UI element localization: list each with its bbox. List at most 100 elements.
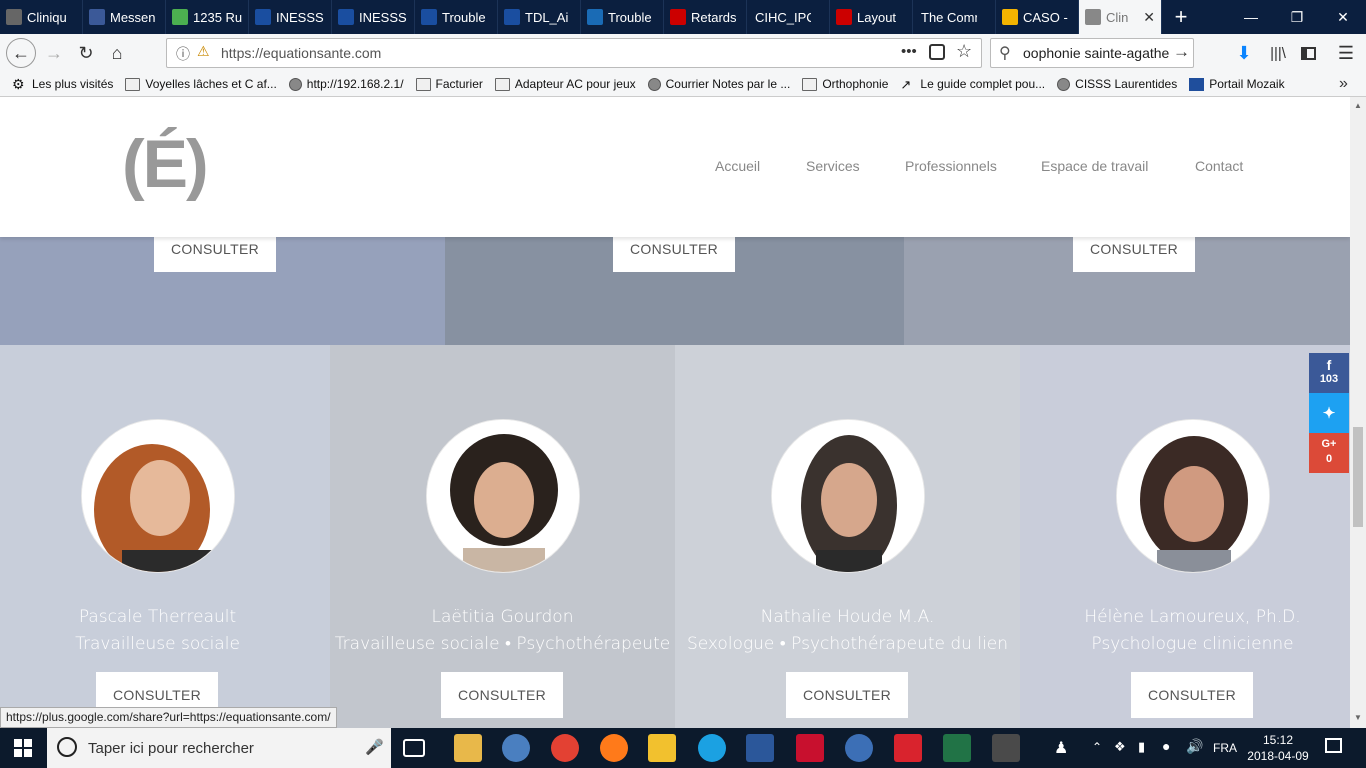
nav-link-accueil[interactable]: Accueil <box>715 158 760 174</box>
info-icon[interactable]: ⓘ <box>176 44 190 64</box>
people-icon[interactable]: ♟ <box>1054 738 1068 758</box>
scroll-down-icon[interactable]: ▼ <box>1354 713 1362 722</box>
browser-tab[interactable]: Trouble <box>415 0 498 34</box>
clock[interactable]: 15:12 2018-04-09 <box>1246 732 1310 764</box>
thunderbird-icon[interactable] <box>502 734 530 762</box>
browser-tab[interactable]: TDL_Ai <box>498 0 581 34</box>
language-indicator[interactable]: FRA <box>1213 741 1237 755</box>
nav-link-contact[interactable]: Contact <box>1195 158 1243 174</box>
url-bar[interactable]: ⓘ ⚠ https://equationsante.com ••• ☆ <box>166 38 982 68</box>
firefox-icon[interactable] <box>600 734 628 762</box>
windows-start-button[interactable] <box>14 739 32 757</box>
browser-tab[interactable]: Messen <box>83 0 166 34</box>
bookmark-item[interactable]: Facturier <box>415 77 483 91</box>
tab-title: The Comm <box>921 9 977 25</box>
new-tab-button[interactable]: + <box>1162 0 1200 34</box>
reload-button[interactable]: ↻ <box>72 39 100 67</box>
close-window-button[interactable]: ✕ <box>1320 0 1366 34</box>
vlc-icon[interactable] <box>648 734 676 762</box>
tab-title: Messen <box>110 9 156 25</box>
scroll-up-icon[interactable]: ▲ <box>1354 101 1362 110</box>
back-button[interactable]: ← <box>6 38 36 68</box>
microphone-icon[interactable]: 🎤 <box>365 738 384 756</box>
task-view-icon[interactable] <box>403 739 425 757</box>
tab-title: Trouble <box>608 9 652 25</box>
consult-button[interactable]: CONSULTER <box>1131 672 1253 718</box>
library-button[interactable]: |||\ <box>1264 39 1292 67</box>
file-explorer-icon[interactable] <box>454 734 482 762</box>
bookmark-item[interactable]: Adapteur AC pour jeux <box>494 77 636 91</box>
bookmark-item[interactable]: CISSS Laurentides <box>1057 77 1177 91</box>
clock-date: 2018-04-09 <box>1247 749 1309 763</box>
dropbox-icon[interactable]: ❖ <box>1114 739 1126 755</box>
minimize-button[interactable]: — <box>1228 0 1274 34</box>
consult-button[interactable]: CONSULTER <box>786 672 908 718</box>
bookmark-item[interactable]: ↗ Le guide complet pou... <box>900 77 1045 91</box>
menu-button[interactable]: ☰ <box>1332 39 1360 67</box>
bookmark-item[interactable]: Portail Mozaik <box>1189 77 1285 91</box>
action-center-icon[interactable] <box>1325 738 1342 753</box>
show-hidden-icons-icon[interactable]: ⌃ <box>1092 740 1102 754</box>
pocket-icon[interactable] <box>929 44 945 60</box>
google-plus-share-button[interactable]: G+ 0 <box>1309 433 1349 473</box>
service-panel: CONSULTER <box>904 226 1350 345</box>
browser-tab[interactable]: The Comm <box>913 0 996 34</box>
team-member-card: Laëtitia Gourdon Travailleuse sociale • … <box>330 345 675 728</box>
url-text[interactable]: https://equationsante.com <box>221 45 381 61</box>
bookmark-star-icon[interactable]: ☆ <box>956 41 972 62</box>
app-icon[interactable] <box>894 734 922 762</box>
browser-tab[interactable]: Trouble <box>581 0 664 34</box>
edge-icon[interactable] <box>698 734 726 762</box>
home-button[interactable]: ⌂ <box>103 39 131 67</box>
bookmark-item[interactable]: ⚙ Les plus visités <box>12 77 113 92</box>
word-icon[interactable] <box>746 734 774 762</box>
acrobat-icon[interactable] <box>796 734 824 762</box>
chrome-icon[interactable] <box>551 734 579 762</box>
browser-tab[interactable]: Cliniqu <box>0 0 83 34</box>
bookmark-item[interactable]: Orthophonie <box>802 77 888 91</box>
tab-title: Clin <box>1106 9 1129 25</box>
page-scrollbar[interactable]: ▲ ▼ <box>1350 97 1366 728</box>
page-actions-icon[interactable]: ••• <box>901 43 917 60</box>
downloads-button[interactable]: ⬇ <box>1230 39 1258 67</box>
bookmarks-overflow-icon[interactable]: » <box>1339 75 1348 93</box>
twitter-share-button[interactable]: ✦ <box>1309 393 1349 433</box>
consult-button[interactable]: CONSULTER <box>441 672 563 718</box>
taskbar-search-placeholder[interactable]: Taper ici pour rechercher <box>88 740 254 757</box>
browser-tab[interactable]: 1235 Ru <box>166 0 249 34</box>
site-logo[interactable]: (É) <box>122 125 209 203</box>
network-icon[interactable]: ● <box>1162 738 1170 754</box>
browser-tab[interactable]: Retards <box>664 0 747 34</box>
taskbar-search[interactable]: Taper ici pour rechercher 🎤 <box>47 728 391 768</box>
nav-link-services[interactable]: Services <box>806 158 860 174</box>
search-bar[interactable]: ⚲ оophonie sainte-agathe → <box>990 38 1194 68</box>
app-icon[interactable] <box>845 734 873 762</box>
browser-tab[interactable]: INESSS <box>332 0 415 34</box>
browser-tab[interactable]: INESSS <box>249 0 332 34</box>
sidebar-button[interactable] <box>1294 39 1322 67</box>
twitter-icon: ✦ <box>1322 405 1336 422</box>
close-tab-icon[interactable]: ✕ <box>1143 9 1155 26</box>
restore-button[interactable]: ❐ <box>1274 0 1320 34</box>
volume-icon[interactable]: 🔊 <box>1186 738 1203 755</box>
excel-icon[interactable] <box>943 734 971 762</box>
app-icon[interactable] <box>992 734 1020 762</box>
insecure-lock-icon[interactable]: ⚠ <box>197 43 210 60</box>
bookmark-item[interactable]: http://192.168.2.1/ <box>288 77 404 91</box>
taskbar: Taper ici pour rechercher 🎤 ♟ ⌃ ❖ ▮ ● 🔊 … <box>0 728 1366 768</box>
bookmark-label: Adapteur AC pour jeux <box>514 77 636 91</box>
nav-link-professionnels[interactable]: Professionnels <box>905 158 997 174</box>
bookmark-item[interactable]: Voyelles lâches et C af... <box>125 77 277 91</box>
bookmark-item[interactable]: Courrier Notes par le ... <box>647 77 790 91</box>
tab-active[interactable]: Clin ✕ <box>1079 0 1162 34</box>
search-go-icon[interactable]: → <box>1173 42 1190 62</box>
facebook-share-button[interactable]: f 103 <box>1309 353 1349 393</box>
browser-tab[interactable]: CASO - <box>996 0 1079 34</box>
nav-link-espace-de-travail[interactable]: Espace de travail <box>1041 158 1148 174</box>
search-input[interactable]: оophonie sainte-agathe <box>1023 45 1171 61</box>
forward-button[interactable]: → <box>40 39 68 67</box>
browser-tab[interactable]: Layout <box>830 0 913 34</box>
battery-icon[interactable]: ▮ <box>1138 739 1145 755</box>
browser-tab[interactable]: CIHC_IPCor <box>747 0 830 34</box>
scroll-thumb[interactable] <box>1353 427 1363 527</box>
